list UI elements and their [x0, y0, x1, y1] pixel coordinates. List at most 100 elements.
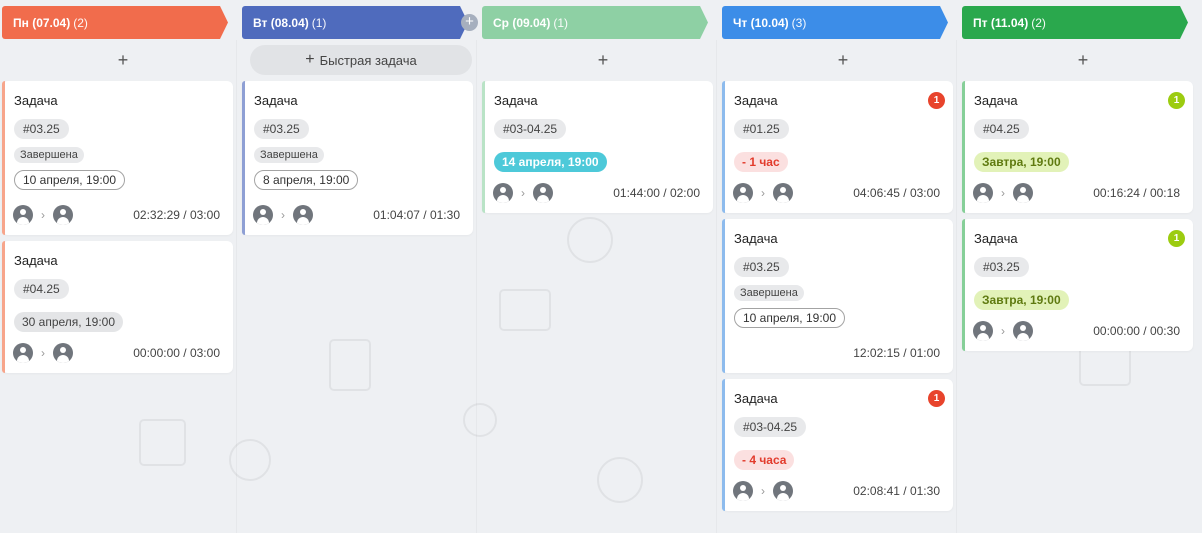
task-tag[interactable]: #04.25 — [14, 279, 69, 299]
author-avatar-icon[interactable] — [13, 343, 33, 363]
deadline-badge[interactable]: - 4 часа — [734, 450, 795, 470]
card-color-bar — [962, 81, 965, 213]
deadline-badge[interactable]: 14 апреля, 19:00 — [494, 152, 607, 172]
day-title: Чт (10.04) — [733, 15, 789, 30]
task-card[interactable]: Задача 1 #01.25 - 1 час › 04:06:45 / 03:… — [722, 81, 953, 213]
author-avatar-icon[interactable] — [733, 183, 753, 203]
chevron-right-icon: › — [281, 208, 285, 222]
author-avatar-icon[interactable] — [493, 183, 513, 203]
card-footer: 12:02:15 / 01:00 — [733, 343, 940, 363]
time-tracked: 12:02:15 / 01:00 — [853, 346, 940, 360]
author-avatar-icon[interactable] — [253, 205, 273, 225]
add-task-plus-icon[interactable]: + — [833, 50, 853, 70]
task-card[interactable]: Задача #03-04.25 14 апреля, 19:00 › 01:4… — [482, 81, 713, 213]
card-footer: › 00:00:00 / 00:30 — [973, 321, 1180, 341]
assignee-avatar-icon[interactable] — [53, 205, 73, 225]
deadline-badge[interactable]: 10 апреля, 19:00 — [734, 308, 845, 328]
notification-badge: 1 — [1168, 230, 1185, 247]
task-tag[interactable]: #01.25 — [734, 119, 789, 139]
deadline-badge[interactable]: - 1 час — [734, 152, 788, 172]
time-tracked: 04:06:45 / 03:00 — [853, 186, 940, 200]
day-title: Ср (09.04) — [493, 15, 551, 30]
assignee-avatar-icon[interactable] — [533, 183, 553, 203]
day-title: Пт (11.04) — [973, 15, 1029, 30]
task-title: Задача — [494, 93, 538, 108]
day-header-wednesday[interactable]: Ср (09.04) (1) — [482, 6, 708, 39]
deadline-badge[interactable]: 30 апреля, 19:00 — [14, 312, 123, 332]
add-task-plus-icon[interactable]: + — [113, 50, 133, 70]
author-avatar-icon[interactable] — [973, 321, 993, 341]
task-tag[interactable]: #03-04.25 — [494, 119, 567, 139]
add-task-plus-icon[interactable]: + — [593, 50, 613, 70]
time-tracked: 02:32:29 / 03:00 — [133, 208, 220, 222]
day-column-friday: Пт (11.04) (2) + Задача 1 #04.25 Завтра,… — [960, 0, 1196, 533]
day-header-friday[interactable]: Пт (11.04) (2) — [962, 6, 1188, 39]
author-avatar-icon[interactable] — [733, 481, 753, 501]
task-tag[interactable]: #04.25 — [974, 119, 1029, 139]
card-color-bar — [722, 379, 725, 511]
card-color-bar — [962, 219, 965, 351]
card-footer: › 02:32:29 / 03:00 — [13, 205, 220, 225]
day-title: Вт (08.04) — [253, 15, 309, 30]
card-footer: › 04:06:45 / 03:00 — [733, 183, 940, 203]
assignee-avatar-icon[interactable] — [1013, 183, 1033, 203]
task-card[interactable]: Задача #03.25 Завершена 8 апреля, 19:00 … — [242, 81, 473, 235]
card-color-bar — [722, 219, 725, 373]
status-badge: Завершена — [734, 285, 804, 301]
card-color-bar — [2, 241, 5, 373]
task-count: (2) — [1031, 15, 1046, 30]
card-footer: › 00:00:00 / 03:00 — [13, 343, 220, 363]
assignee-avatar-icon[interactable] — [773, 183, 793, 203]
task-title: Задача — [14, 253, 58, 268]
deadline-badge[interactable]: Завтра, 19:00 — [974, 152, 1069, 172]
author-avatar-icon[interactable] — [973, 183, 993, 203]
day-header-thursday[interactable]: Чт (10.04) (3) — [722, 6, 948, 39]
add-column-plus-icon[interactable]: + — [461, 14, 478, 31]
notification-badge: 1 — [1168, 92, 1185, 109]
author-avatar-icon[interactable] — [13, 205, 33, 225]
chevron-right-icon: › — [1001, 186, 1005, 200]
card-footer: › 00:16:24 / 00:18 — [973, 183, 1180, 203]
card-color-bar — [242, 81, 245, 235]
task-card[interactable]: Задача 1 #04.25 Завтра, 19:00 › 00:16:24… — [962, 81, 1193, 213]
status-badge: Завершена — [14, 147, 84, 163]
task-card[interactable]: Задача 1 #03-04.25 - 4 часа › 02:08:41 /… — [722, 379, 953, 511]
day-header-tuesday[interactable]: Вт (08.04) (1) — [242, 6, 468, 39]
assignee-avatar-icon[interactable] — [53, 343, 73, 363]
time-tracked: 00:00:00 / 03:00 — [133, 346, 220, 360]
deadline-badge[interactable]: Завтра, 19:00 — [974, 290, 1069, 310]
quick-task-button[interactable]: + Быстрая задача — [250, 45, 472, 75]
chevron-right-icon: › — [41, 346, 45, 360]
task-card[interactable]: Задача 1 #03.25 Завтра, 19:00 › 00:00:00… — [962, 219, 1193, 351]
time-tracked: 01:44:00 / 02:00 — [613, 186, 700, 200]
task-tag[interactable]: #03.25 — [254, 119, 309, 139]
task-card[interactable]: Задача #03.25 Завершена 10 апреля, 19:00… — [2, 81, 233, 235]
time-tracked: 00:00:00 / 00:30 — [1093, 324, 1180, 338]
task-title: Задача — [734, 231, 778, 246]
task-count: (1) — [553, 15, 569, 30]
status-badge: Завершена — [254, 147, 324, 163]
task-tag[interactable]: #03.25 — [14, 119, 69, 139]
assignee-avatar-icon[interactable] — [1013, 321, 1033, 341]
card-color-bar — [482, 81, 485, 213]
assignee-avatar-icon[interactable] — [293, 205, 313, 225]
day-header-monday[interactable]: Пн (07.04) (2) — [2, 6, 228, 39]
add-task-plus-icon[interactable]: + — [1073, 50, 1093, 70]
task-tag[interactable]: #03.25 — [734, 257, 789, 277]
deadline-badge[interactable]: 10 апреля, 19:00 — [14, 170, 125, 190]
deadline-badge[interactable]: 8 апреля, 19:00 — [254, 170, 359, 190]
chevron-right-icon: › — [761, 484, 765, 498]
task-card[interactable]: Задача #04.25 30 апреля, 19:00 › 00:00:0… — [2, 241, 233, 373]
day-title: Пн (07.04) — [13, 15, 71, 30]
chevron-right-icon: › — [761, 186, 765, 200]
task-tag[interactable]: #03.25 — [974, 257, 1029, 277]
assignee-avatar-icon[interactable] — [773, 481, 793, 501]
time-tracked: 02:08:41 / 01:30 — [853, 484, 940, 498]
task-card[interactable]: Задача #03.25 Завершена 10 апреля, 19:00… — [722, 219, 953, 373]
task-tag[interactable]: #03-04.25 — [734, 417, 807, 437]
task-title: Задача — [254, 93, 298, 108]
card-footer: › 01:44:00 / 02:00 — [493, 183, 700, 203]
day-column-wednesday: Ср (09.04) (1) + Задача #03-04.25 14 апр… — [480, 0, 716, 533]
card-color-bar — [2, 81, 5, 235]
notification-badge: 1 — [928, 390, 945, 407]
